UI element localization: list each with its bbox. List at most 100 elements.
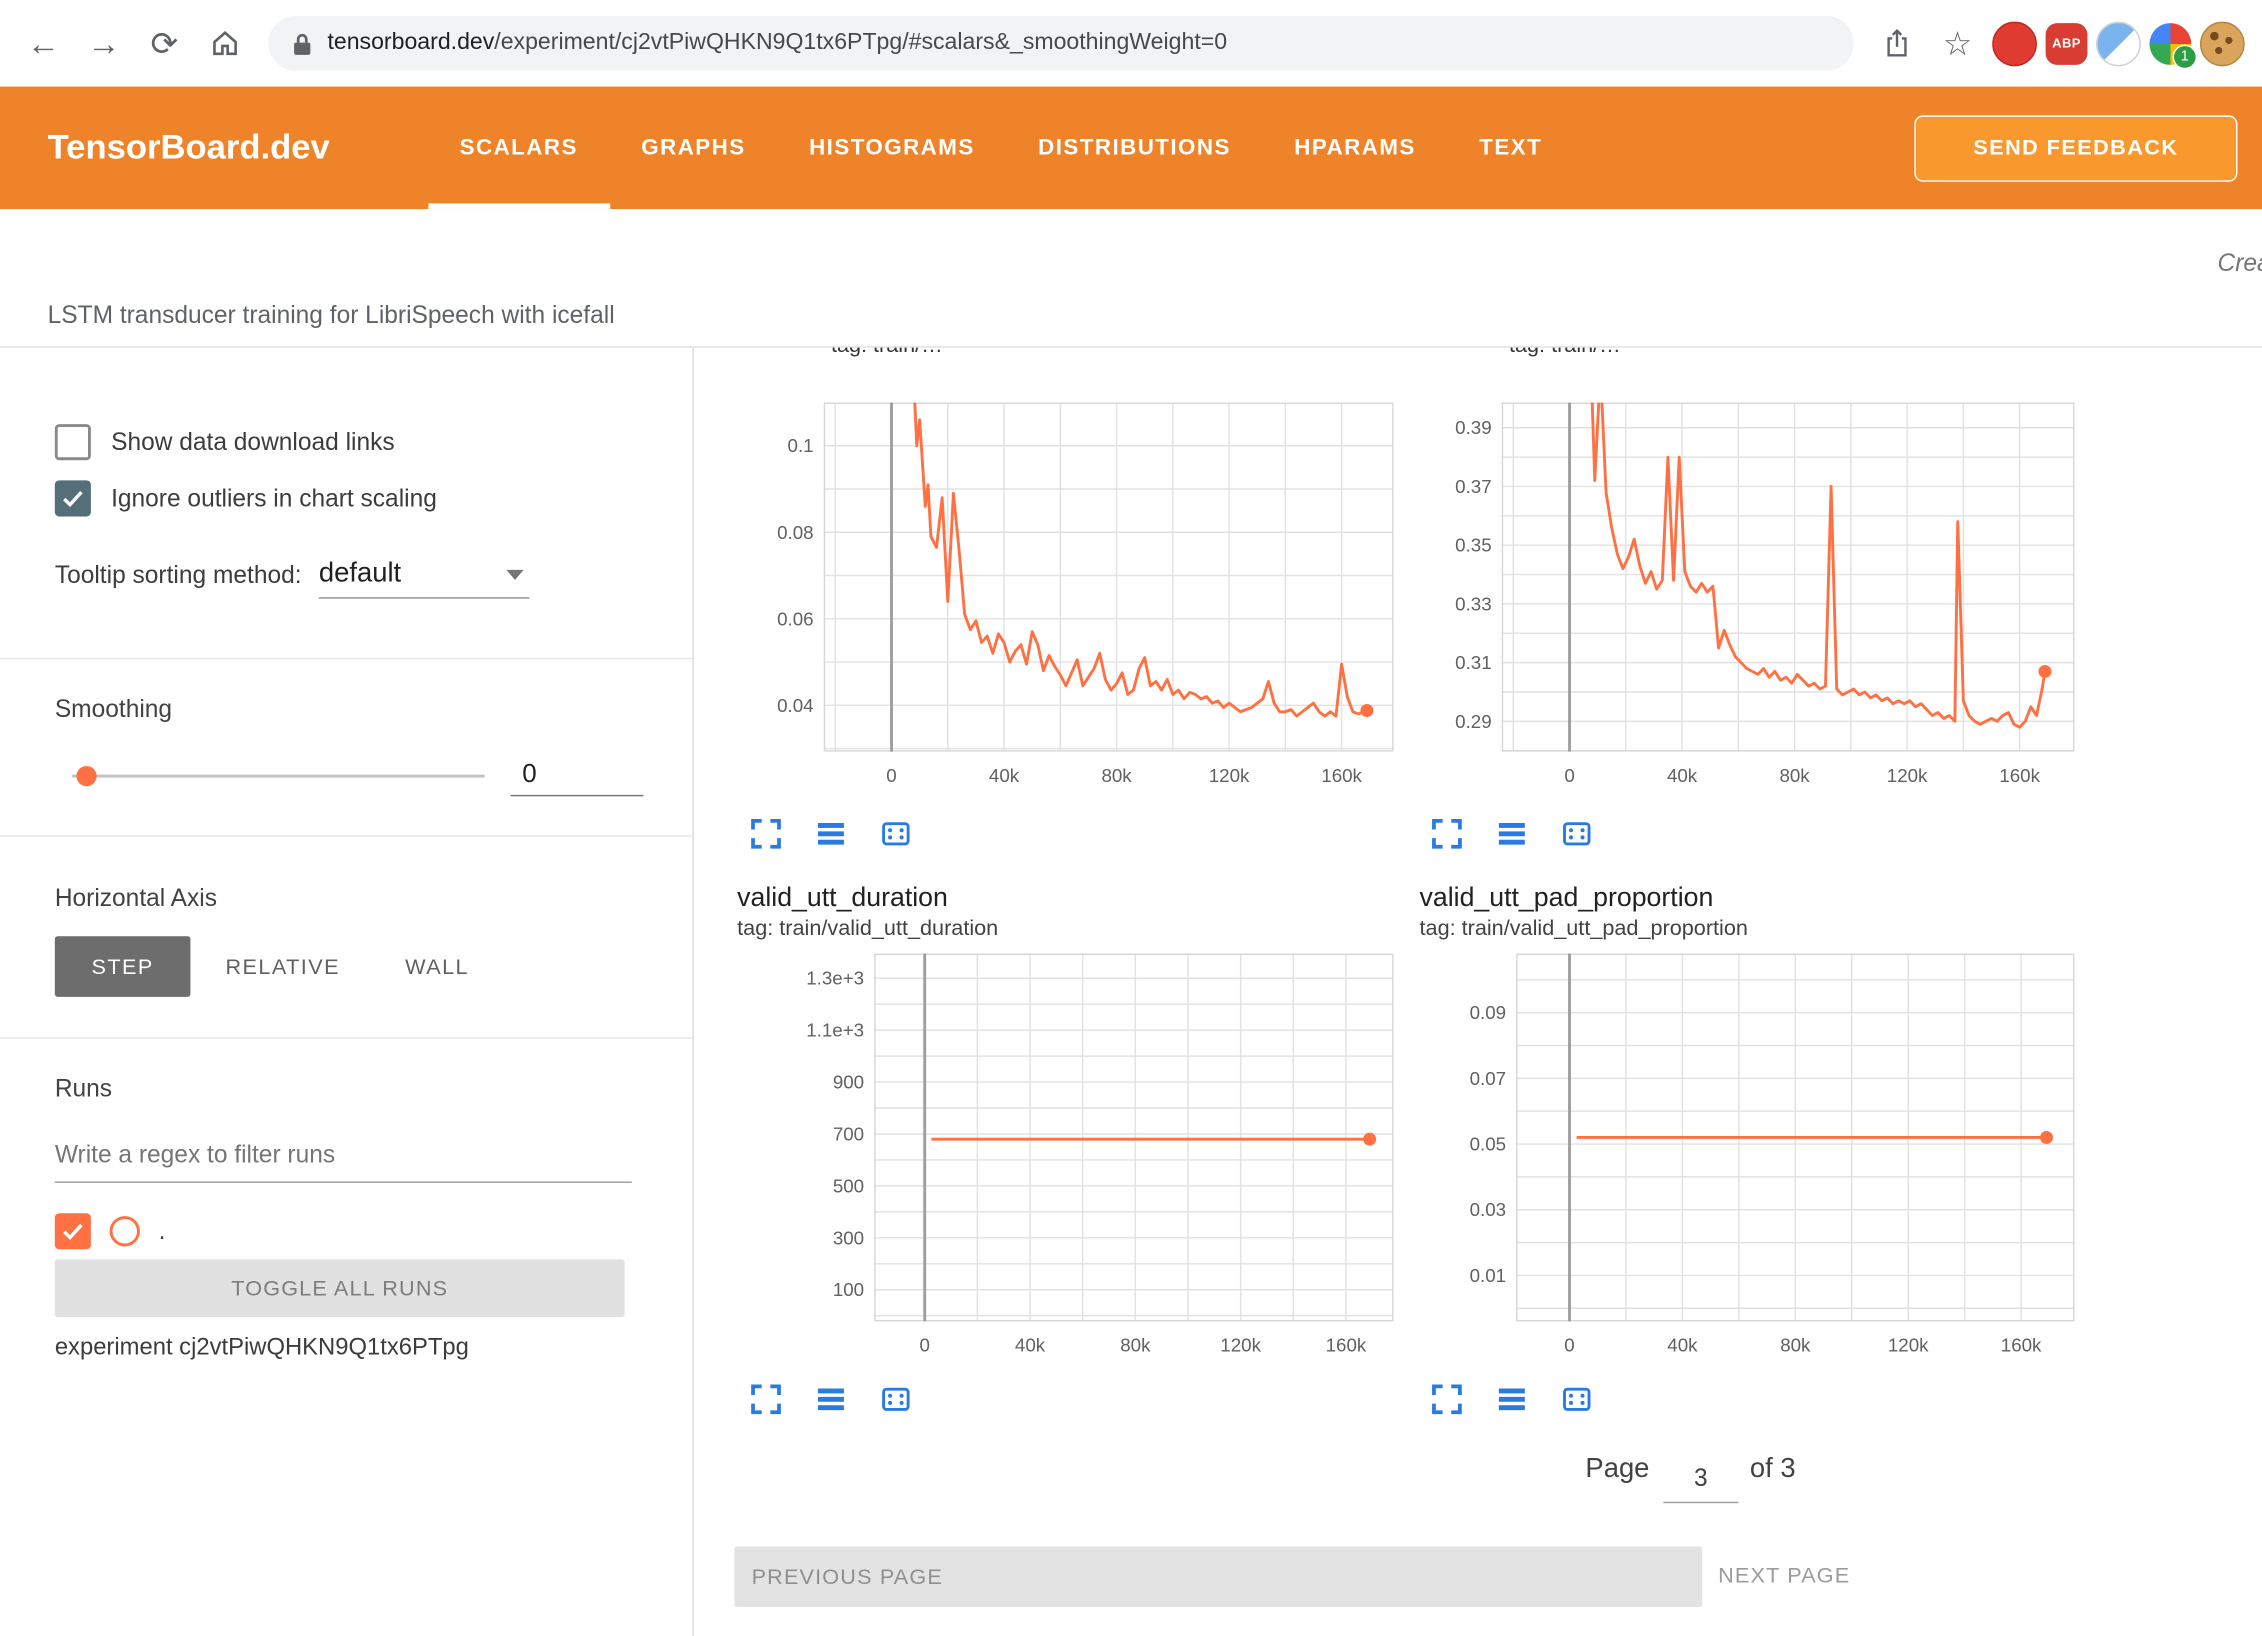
app-header: TensorBoard.dev SCALARS GRAPHS HISTOGRAM…	[0, 87, 2262, 210]
tab-scalars[interactable]: SCALARS	[428, 87, 610, 210]
axis-step-button[interactable]: STEP	[55, 936, 191, 997]
ignore-outliers-checkbox[interactable]	[55, 480, 91, 516]
run-checkbox[interactable]	[55, 1213, 91, 1249]
yaxis-mode-icon[interactable]	[814, 817, 849, 852]
chart1-actions	[749, 817, 913, 852]
show-download-checkbox[interactable]	[55, 424, 91, 460]
extension-profile-icon[interactable]: 1	[2149, 22, 2191, 64]
extension-adblock-icon[interactable]	[1992, 21, 2037, 66]
svg-text:120k: 120k	[1209, 765, 1250, 786]
fit-domain-icon[interactable]	[1559, 1382, 1594, 1417]
page-label: Page	[1585, 1454, 1649, 1486]
yaxis-mode-icon[interactable]	[1495, 1382, 1530, 1417]
svg-text:1.3e+3: 1.3e+3	[806, 968, 864, 989]
previous-page-button[interactable]: PREVIOUS PAGE	[734, 1546, 1702, 1607]
tooltip-sorting-dropdown[interactable]: default	[319, 558, 530, 598]
run-row[interactable]: .	[55, 1213, 166, 1249]
chart3-actions	[749, 1382, 913, 1417]
charts-panel: tag: train/… tag: train/… 0.04 0.06 0.08 0.…	[694, 348, 2262, 1636]
smoothing-value-input[interactable]	[511, 756, 644, 796]
maximize-chart-icon[interactable]	[1430, 1382, 1465, 1417]
nav-tabs: SCALARS GRAPHS HISTOGRAMS DISTRIBUTIONS …	[428, 87, 1574, 210]
fit-domain-icon[interactable]	[879, 817, 914, 852]
url-domain: tensorboard.dev	[327, 30, 494, 55]
svg-text:0.06: 0.06	[777, 608, 813, 629]
svg-text:0.07: 0.07	[1470, 1068, 1507, 1089]
fit-domain-icon[interactable]	[1559, 817, 1594, 852]
svg-text:300: 300	[833, 1227, 864, 1248]
yaxis-mode-icon[interactable]	[1495, 817, 1530, 852]
maximize-chart-icon[interactable]	[749, 817, 784, 852]
svg-text:40k: 40k	[1667, 765, 1698, 786]
chart4-actions	[1430, 1382, 1594, 1417]
chevron-down-icon	[506, 569, 523, 579]
run-color-swatch[interactable]	[110, 1216, 140, 1246]
runs-filter-input[interactable]	[55, 1135, 632, 1183]
svg-text:0.05: 0.05	[1470, 1134, 1507, 1155]
axis-relative-button[interactable]: RELATIVE	[211, 936, 355, 997]
chart1-tag-clipped: tag: train/…	[831, 348, 1177, 362]
svg-text:0.04: 0.04	[777, 695, 813, 716]
browser-toolbar: ← → ⟳ tensorboard.dev/experiment/cj2vtPi…	[0, 0, 2262, 87]
runs-label: Runs	[55, 1075, 112, 1104]
svg-text:0.08: 0.08	[777, 522, 813, 543]
tab-hparams[interactable]: HPARAMS	[1263, 87, 1448, 210]
svg-text:0: 0	[1564, 765, 1574, 786]
svg-text:0.37: 0.37	[1455, 476, 1492, 497]
page-of-text: of 3	[1750, 1454, 1796, 1486]
smoothing-slider[interactable]	[72, 775, 485, 778]
tab-histograms[interactable]: HISTOGRAMS	[777, 87, 1006, 210]
svg-text:0.03: 0.03	[1470, 1199, 1507, 1220]
chart3-title: valid_utt_duration	[737, 881, 948, 913]
chart4-tag: tag: train/valid_utt_pad_proportion	[1420, 916, 1748, 941]
yaxis-mode-icon[interactable]	[814, 1382, 849, 1417]
settings-sidebar: Show data download links Ignore outliers…	[0, 348, 694, 1636]
bookmark-star-button[interactable]: ☆	[1932, 17, 1984, 69]
back-button[interactable]: ←	[17, 17, 69, 69]
scalar-chart-1[interactable]: 0.040.060.080.1040k80k120k160k	[759, 402, 1394, 799]
show-download-row[interactable]: Show data download links	[55, 424, 395, 460]
svg-text:160k: 160k	[2001, 1335, 2042, 1356]
tooltip-sorting-row: Tooltip sorting method: default	[55, 558, 530, 598]
created-text: Crea	[2217, 250, 2262, 279]
maximize-chart-icon[interactable]	[749, 1382, 784, 1417]
svg-text:100: 100	[833, 1279, 864, 1300]
svg-text:160k: 160k	[1321, 765, 1362, 786]
svg-text:0.33: 0.33	[1455, 593, 1492, 614]
svg-text:0.31: 0.31	[1455, 652, 1492, 673]
svg-text:0.09: 0.09	[1470, 1002, 1507, 1023]
forward-button[interactable]: →	[78, 17, 130, 69]
home-button[interactable]	[199, 17, 251, 69]
svg-text:0: 0	[1564, 1335, 1574, 1356]
svg-text:40k: 40k	[1015, 1335, 1046, 1356]
reload-button[interactable]: ⟳	[138, 17, 190, 69]
smoothing-slider-thumb[interactable]	[76, 766, 96, 786]
check-icon	[59, 1218, 86, 1245]
ignore-outliers-row[interactable]: Ignore outliers in chart scaling	[55, 480, 437, 516]
tooltip-sorting-value: default	[319, 558, 401, 590]
scalar-chart-4[interactable]: 0.010.030.050.070.09040k80k120k160k	[1448, 954, 2074, 1369]
address-bar[interactable]: tensorboard.dev/experiment/cj2vtPiwQHKN9…	[268, 16, 1853, 71]
fit-domain-icon[interactable]	[879, 1382, 914, 1417]
tab-text[interactable]: TEXT	[1448, 87, 1574, 210]
tab-distributions[interactable]: DISTRIBUTIONS	[1006, 87, 1262, 210]
toggle-all-runs-button[interactable]: TOGGLE ALL RUNS	[55, 1259, 625, 1317]
send-feedback-button[interactable]: SEND FEEDBACK	[1914, 115, 2237, 181]
smoothing-label: Smoothing	[55, 695, 172, 724]
extension-blue-icon[interactable]	[2096, 21, 2141, 66]
page-number-input[interactable]	[1663, 1458, 1738, 1503]
tab-graphs[interactable]: GRAPHS	[610, 87, 778, 210]
maximize-chart-icon[interactable]	[1430, 817, 1465, 852]
chart3-tag: tag: train/valid_utt_duration	[737, 916, 998, 941]
share-button[interactable]	[1871, 17, 1923, 69]
cookie-icon[interactable]	[2200, 21, 2245, 66]
scalar-chart-2[interactable]: 0.290.310.330.350.370.39040k80k120k160k	[1437, 402, 2075, 799]
axis-wall-button[interactable]: WALL	[384, 936, 491, 997]
next-page-button[interactable]: NEXT PAGE	[1718, 1546, 1850, 1607]
extension-abp-icon[interactable]: ABP	[2046, 22, 2088, 64]
scalar-chart-3[interactable]: 1003005007009001.1e+31.3e+3040k80k120k16…	[802, 954, 1393, 1369]
svg-text:0: 0	[919, 1335, 929, 1356]
svg-text:900: 900	[833, 1072, 864, 1093]
url-text[interactable]: tensorboard.dev/experiment/cj2vtPiwQHKN9…	[327, 30, 1227, 56]
chart2-tag-clipped: tag: train/…	[1509, 348, 1855, 362]
